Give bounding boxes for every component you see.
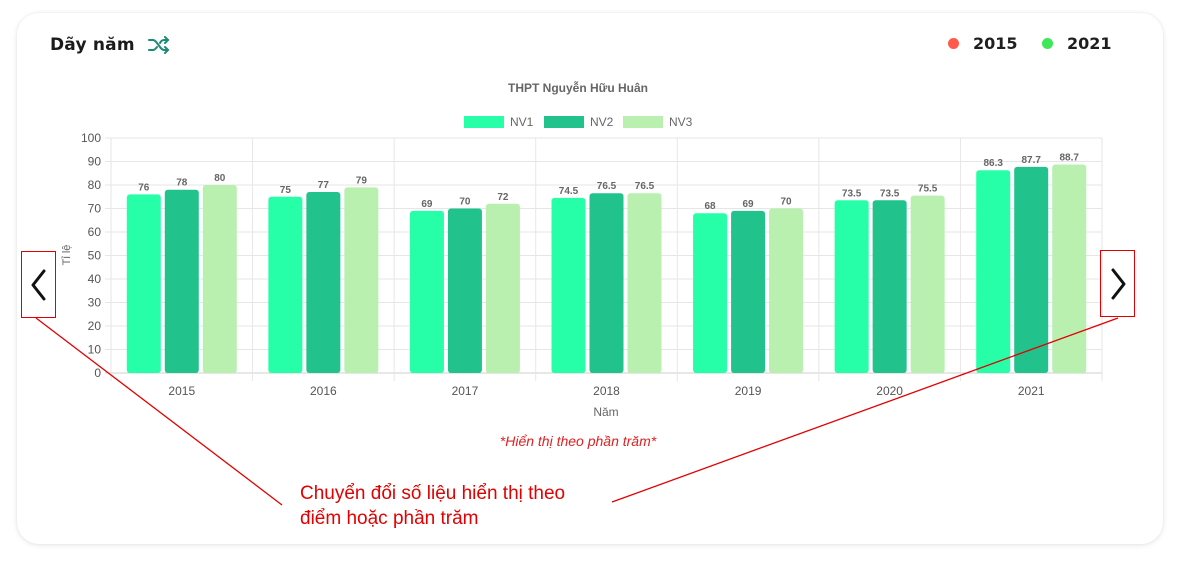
data-label: 68 [705,201,717,212]
y-tick-label: 80 [88,178,102,192]
x-tick-label: 2015 [168,384,195,398]
data-label: 79 [356,175,368,186]
data-label: 75 [280,185,292,196]
chevron-left-icon [31,269,46,301]
data-label: 75.5 [918,184,938,195]
x-tick-label: 2021 [1018,384,1045,398]
legend-label: NV3 [669,115,693,129]
data-label: 70 [781,197,793,208]
data-label: 69 [743,199,755,210]
legend-label: NV2 [590,115,614,129]
bar [731,210,766,373]
footnote: *Hiển thị theo phần trăm* [500,433,657,449]
legend-label: NV1 [510,115,534,129]
legend-swatch [464,116,504,128]
bar [202,185,237,373]
bar [344,187,379,373]
x-tick-label: 2020 [876,384,903,398]
data-label: 72 [497,192,509,203]
annotation-line: điểm hoặc phần trăm [300,508,479,529]
y-tick-label: 10 [88,343,102,357]
x-tick-label: 2017 [452,384,479,398]
bar [306,192,341,373]
bar [693,213,728,373]
bar [589,193,624,373]
y-tick-label: 30 [88,296,102,310]
bar-chart: 0 10 20 30 40 50 60 70 80 90 100 2015 2016 2017 2018 20… [61,80,1103,449]
y-axis-label: Tỉ lệ [61,245,73,266]
next-button[interactable] [1100,250,1135,317]
y-tick-label: 40 [88,272,102,286]
bar [126,194,161,373]
data-label: 73.5 [842,188,862,199]
y-tick-label: 100 [81,131,101,145]
bar [627,193,662,373]
bar [872,200,907,373]
data-label: 77 [318,180,330,191]
data-label: 73.5 [880,188,900,199]
annotation-line: Chuyển đổi số liệu hiển thị theo [300,483,566,504]
data-label: 70 [459,197,471,208]
y-tick-label: 20 [88,319,102,333]
bar [485,203,520,373]
data-label: 76 [138,182,150,193]
legend-swatch [623,116,663,128]
bar [1014,166,1049,373]
bar [409,210,444,373]
data-label: 87.7 [1021,155,1041,166]
bar [1052,164,1087,373]
data-label: 78 [176,178,188,189]
chart-title: THPT Nguyễn Hữu Huân [508,80,648,95]
data-label: 80 [214,173,226,184]
chevron-right-icon [1111,268,1126,300]
bar [976,170,1011,373]
x-tick-label: 2019 [735,384,762,398]
data-label: 69 [421,199,433,210]
x-axis-label: Năm [593,405,618,419]
y-tick-label: 50 [88,249,102,263]
y-tick-label: 60 [88,225,102,239]
bar [164,189,199,373]
data-label: 76.5 [635,181,655,192]
bar [268,196,303,373]
y-tick-label: 70 [88,202,102,216]
bar [910,195,945,373]
prev-button[interactable] [21,251,56,318]
data-label: 76.5 [597,181,617,192]
x-tick-label: 2016 [310,384,337,398]
data-label: 74.5 [559,186,579,197]
bar [447,208,482,373]
bar [834,200,869,373]
y-tick-label: 90 [88,155,102,169]
bar [551,197,586,373]
legend-swatch [544,116,584,128]
data-label: 88.7 [1059,153,1079,164]
x-tick-label: 2018 [593,384,620,398]
data-label: 86.3 [983,158,1003,169]
annotation-note: Chuyển đổi số liệu hiển thị theo điểm ho… [300,481,565,531]
bar [769,208,804,373]
y-tick-label: 0 [94,366,101,380]
